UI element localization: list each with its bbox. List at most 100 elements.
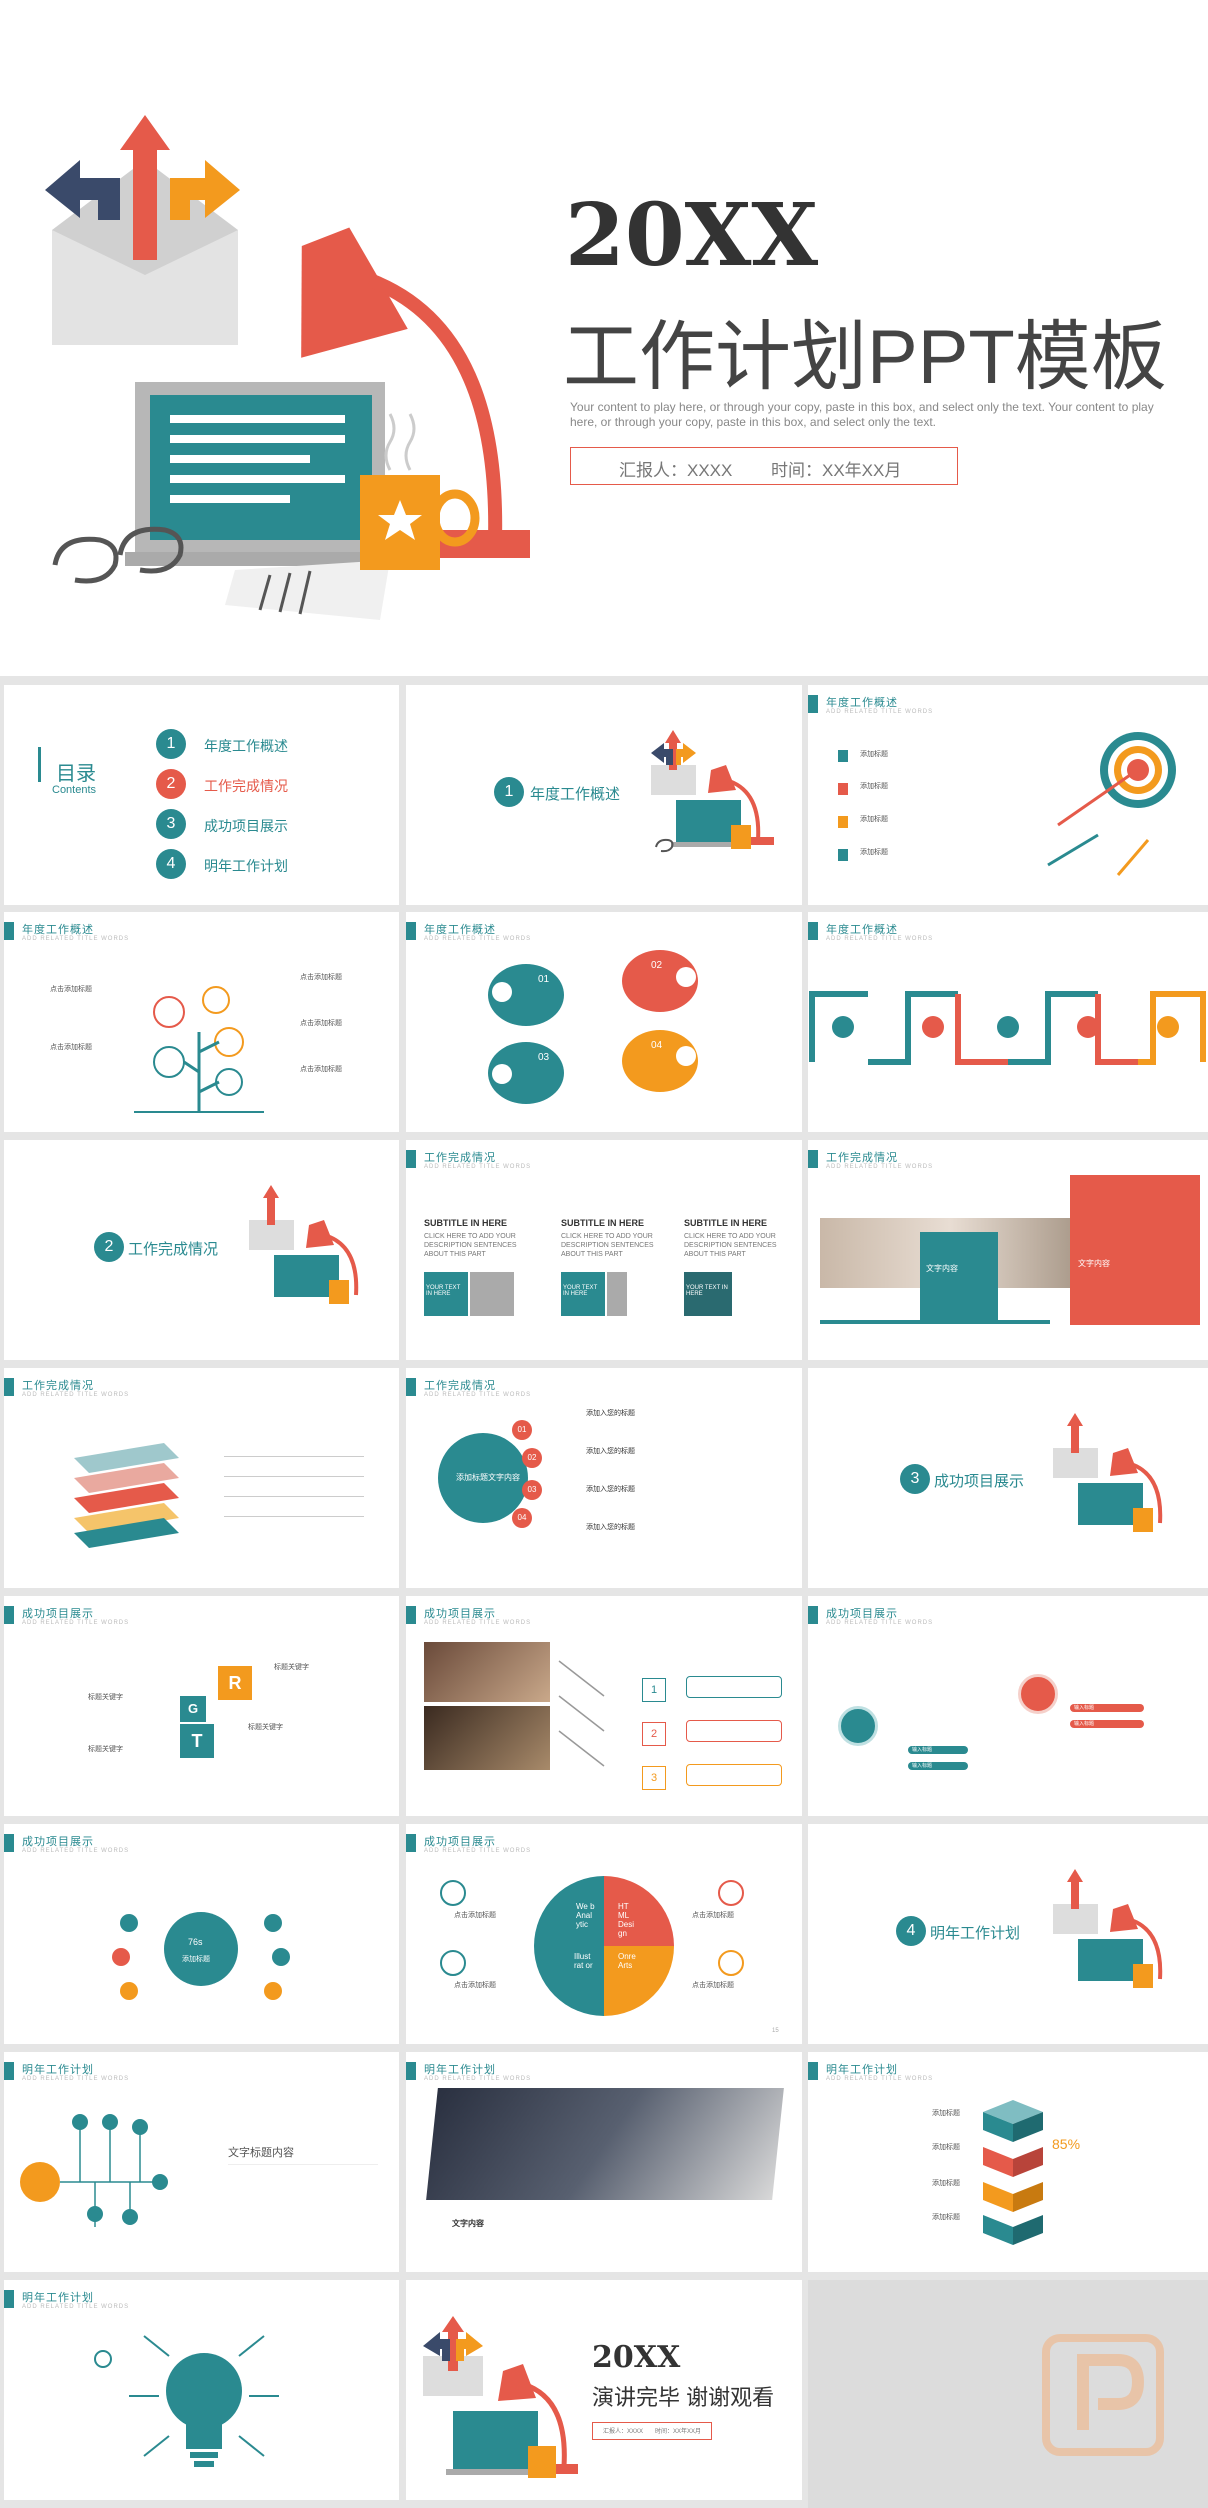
section-1-slide[interactable]: 1 年度工作概述 (406, 685, 802, 905)
photo-slide[interactable]: 工作完成情况 ADD RELATED TITLE WORDS 文字内容 文字内容 (808, 1140, 1208, 1360)
section-2-slide[interactable]: 2 工作完成情况 (4, 1140, 399, 1360)
toc-item-1[interactable]: 年度工作概述 (204, 736, 288, 756)
section-1-badge: 1 (494, 777, 524, 807)
toc-item-2[interactable]: 工作完成情况 (204, 776, 288, 796)
network-lines-icon (60, 2114, 168, 2227)
header-subtitle: ADD RELATED TITLE WORDS (22, 2076, 130, 2082)
list-num-3: 3 (642, 1766, 666, 1790)
header-subtitle: ADD RELATED TITLE WORDS (826, 1164, 934, 1170)
list-box-3 (686, 1764, 782, 1786)
header-bar (808, 695, 818, 713)
stack-item-2: 添加标题 (932, 2144, 960, 2151)
toc-title: 目录 (56, 763, 96, 785)
header-bar (4, 1606, 14, 1624)
rgt-slide[interactable]: 成功项目展示 ADD RELATED TITLE WORDS R G T 标题关… (4, 1596, 399, 1816)
rgt-label-4: 标题关键字 (88, 1746, 123, 1753)
steps-slide[interactable]: 年度工作概述 ADD RELATED TITLE WORDS (808, 912, 1208, 1132)
dots-slide[interactable]: 成功项目展示 ADD RELATED TITLE WORDS 76s 添加标题 (4, 1824, 399, 2044)
section-2-badge: 2 (94, 1232, 124, 1262)
target-item-3: 添加标题 (860, 816, 888, 823)
quad-slide[interactable]: 成功项目展示 ADD RELATED TITLE WORDS We b Anal… (406, 1824, 802, 2044)
bubble-num-4: 04 (651, 1040, 663, 1051)
header-bar (4, 1834, 14, 1852)
tree-item-right-1: 点击添加标题 (300, 974, 342, 981)
toc-subtitle: Contents (52, 784, 97, 796)
target-slide[interactable]: 年度工作概述 ADD RELATED TITLE WORDS 添加标题 添加标题… (808, 685, 1208, 905)
header-bar (4, 922, 14, 940)
tree-slide[interactable]: 年度工作概述 ADD RELATED TITLE WORDS 点击添加标题 点击… (4, 912, 399, 1132)
lightbulb-icon (129, 2335, 279, 2467)
header-bar (808, 2062, 818, 2080)
col-2-box-text: YOUR TEXT IN HERE (563, 1285, 598, 1297)
header-title: 年度工作概述 (22, 924, 94, 936)
stack-slide[interactable]: 明年工作计划 ADD RELATED TITLE WORDS 85% 添加标题 … (808, 2052, 1208, 2272)
cube-stack-icon (983, 2100, 1043, 2245)
writing-photo (426, 2088, 784, 2200)
section-3-slide[interactable]: 3 成功项目展示 (808, 1368, 1208, 1588)
header-bar (808, 1606, 818, 1624)
header-title: 年度工作概述 (826, 697, 898, 709)
header-title: 工作完成情况 (22, 1380, 94, 1392)
tree-item-right-3: 点击添加标题 (300, 1066, 342, 1073)
bubbles-slide[interactable]: 年度工作概述 ADD RELATED TITLE WORDS 01 02 03 … (406, 912, 802, 1132)
section-2-title: 工作完成情况 (128, 1241, 219, 1258)
dot-right-3 (264, 1982, 282, 2000)
section-4-slide[interactable]: 4 明年工作计划 (808, 1824, 1208, 2044)
dot-left-2 (112, 1948, 130, 1966)
section-3-title: 成功项目展示 (934, 1473, 1025, 1490)
photo-label-2: 文字内容 (1078, 1259, 1110, 1268)
mini-illustration-icon (1053, 1413, 1163, 1532)
progress-label-2: 输入标题 (1074, 1721, 1095, 1727)
toc-item-4[interactable]: 明年工作计划 (204, 856, 288, 876)
chart-icon (492, 982, 512, 1002)
bubble-num-3: 03 (538, 1052, 550, 1063)
header-title: 明年工作计划 (22, 2064, 94, 2076)
center-circle (164, 1912, 238, 1986)
network-slide[interactable]: 明年工作计划 ADD RELATED TITLE WORDS 文字标题内容 (4, 2052, 399, 2272)
bubble-num-2: 02 (651, 960, 663, 971)
hero-title: 工作计划PPT模板 (563, 315, 1167, 400)
toc-slide[interactable]: 目录 Contents 1 年度工作概述 2 工作完成情况 3 成功项目展示 4… (4, 685, 399, 905)
header-bar (406, 1834, 416, 1852)
end-time: 时间：XX年XX月 (655, 2429, 702, 2435)
send-icon (294, 2458, 308, 2472)
reporter-box: 汇报人：XXXX 时间：XX年XX月 (570, 447, 958, 485)
header-bar (406, 1378, 416, 1396)
gift-icon (20, 2162, 60, 2202)
rgt-label-1: 标题关键字 (274, 1664, 309, 1671)
header-title: 明年工作计划 (424, 2064, 496, 2076)
header-subtitle: ADD RELATED TITLE WORDS (424, 1620, 532, 1626)
search-icon (94, 2350, 112, 2368)
toc-num-2-badge: 2 (156, 769, 186, 799)
page-number: 15 (772, 2028, 779, 2034)
header-title: 成功项目展示 (424, 1608, 496, 1620)
dollar-icon (676, 1046, 696, 1066)
progress-slide[interactable]: 成功项目展示 ADD RELATED TITLE WORDS 输入标题 输入标题… (808, 1596, 1208, 1816)
layers-slide[interactable]: 工作完成情况 ADD RELATED TITLE WORDS (4, 1368, 399, 1588)
network-title: 文字标题内容 (228, 2146, 294, 2159)
header-title: 年度工作概述 (424, 924, 496, 936)
header-bar (808, 1150, 818, 1168)
desk-illustration (45, 115, 530, 620)
bulb-slide[interactable]: 明年工作计划 ADD RELATED TITLE WORDS (4, 2280, 399, 2500)
circle-slide[interactable]: 工作完成情况 ADD RELATED TITLE WORDS 添加标题文字内容 … (406, 1368, 802, 1588)
pencil-slide[interactable]: 明年工作计划 ADD RELATED TITLE WORDS 文字内容 (406, 2052, 802, 2272)
center-pct: 76s (188, 1937, 203, 1947)
quad-item-4: 点击添加标题 (692, 1982, 734, 1989)
end-slide[interactable]: 20XX 演讲完毕 谢谢观看 汇报人：XXXX 时间：XX年XX月 (406, 2280, 802, 2500)
share-icon (94, 2458, 108, 2472)
end-reporter: 汇报人：XXXX (603, 2429, 644, 2435)
quad-item-1: 点击添加标题 (454, 1912, 496, 1919)
photo-underline (820, 1320, 1050, 1324)
dot-left-3 (120, 1982, 138, 2000)
header-bar (406, 1606, 416, 1624)
quad-item-3: 点击添加标题 (692, 1912, 734, 1919)
subtitle-slide[interactable]: 工作完成情况 ADD RELATED TITLE WORDS SUBTITLE … (406, 1140, 802, 1360)
toc-item-3[interactable]: 成功项目展示 (204, 816, 288, 836)
section-4-badge: 4 (896, 1916, 926, 1946)
coffee-photo (424, 1642, 550, 1702)
quad-label-4: Onre Arts (618, 1952, 636, 1970)
title-slide[interactable]: 20XX 工作计划PPT模板 Your content to play here… (0, 0, 1208, 676)
list-slide[interactable]: 成功项目展示 ADD RELATED TITLE WORDS 1 2 3 (406, 1596, 802, 1816)
bulb-icon (676, 967, 696, 987)
